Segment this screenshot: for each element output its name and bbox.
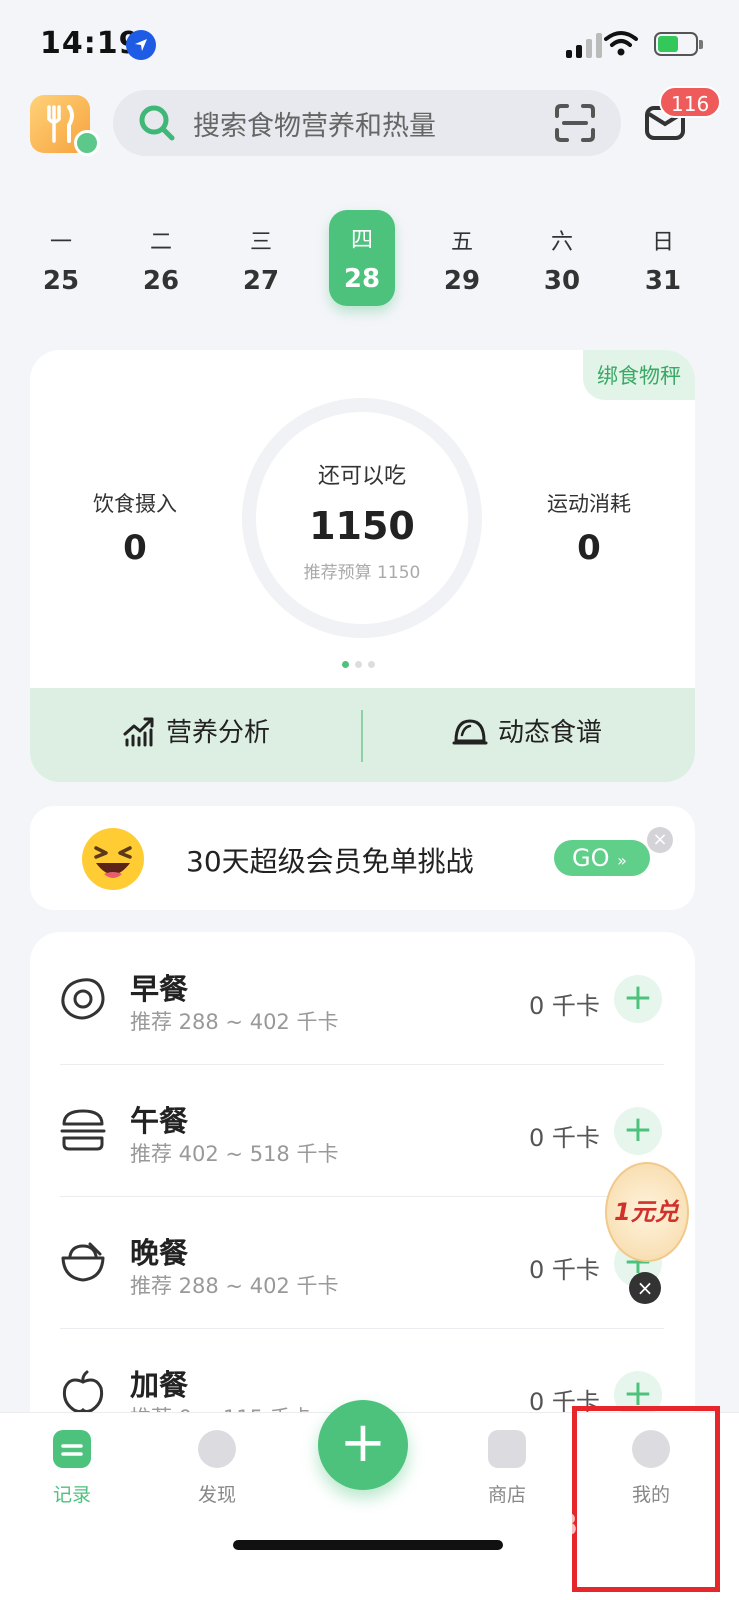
weekday-label: 三 <box>249 230 272 255</box>
day-monday[interactable]: 一 25 <box>28 218 94 306</box>
exercise-value: 0 <box>577 528 601 568</box>
meal-kcal-lunch: 0 千卡 <box>529 1124 600 1152</box>
date-label: 26 <box>142 266 180 296</box>
day-saturday[interactable]: 六 30 <box>529 218 595 306</box>
add-record-button[interactable]: + <box>318 1400 408 1490</box>
meal-recommend-breakfast: 推荐 288 ~ 402 千卡 <box>130 1010 339 1034</box>
go-label: GO <box>572 844 610 872</box>
weekday-label: 一 <box>49 230 72 255</box>
day-tuesday[interactable]: 二 26 <box>128 218 194 306</box>
shopping-bag-icon <box>488 1430 526 1468</box>
intake-stat: 饮食摄入 0 <box>80 488 190 568</box>
search-icon <box>138 104 176 146</box>
weekday-label: 六 <box>550 230 573 255</box>
remaining-label: 还可以吃 <box>317 464 406 489</box>
dynamic-recipe-button[interactable]: 动态食谱 <box>452 712 602 749</box>
cloche-icon <box>452 719 488 744</box>
date-label: 30 <box>543 266 581 296</box>
day-thursday-selected[interactable]: 四 28 <box>329 210 395 306</box>
switch-arrows-icon <box>74 130 100 156</box>
promo-text: 1元兑 <box>614 1198 679 1226</box>
rice-bowl-icon <box>60 1240 106 1288</box>
meal-kcal-dinner: 0 千卡 <box>529 1256 600 1284</box>
date-label: 27 <box>242 266 280 296</box>
intake-value: 0 <box>123 528 147 568</box>
exercise-stat: 运动消耗 0 <box>534 488 644 568</box>
tab-shop[interactable]: 商店 <box>462 1430 552 1507</box>
date-label: 29 <box>443 266 481 296</box>
weekday-label: 四 <box>350 228 373 253</box>
promo-close-icon[interactable]: × <box>629 1272 661 1304</box>
remaining-stat: 还可以吃 1150 推荐预算 1150 <box>282 458 442 583</box>
divider <box>60 1064 664 1065</box>
apple-icon <box>60 1370 106 1418</box>
nutrition-analysis-label: 营养分析 <box>166 718 271 748</box>
exercise-label: 运动消耗 <box>547 492 631 516</box>
add-breakfast-button[interactable]: + <box>614 975 662 1023</box>
laughing-emoji-icon <box>82 828 144 890</box>
home-indicator <box>233 1540 503 1550</box>
meal-name-lunch: 午餐 <box>130 1104 189 1138</box>
battery-icon <box>654 32 703 56</box>
weekday-label: 五 <box>450 230 473 255</box>
date-label: 25 <box>42 266 80 296</box>
day-wednesday[interactable]: 三 27 <box>228 218 294 306</box>
tab-discover-label: 发现 <box>197 1484 236 1506</box>
meal-name-snack: 加餐 <box>130 1368 189 1402</box>
day-sunday[interactable]: 日 31 <box>630 218 696 306</box>
budget-text: 推荐预算 1150 <box>303 563 421 583</box>
burger-icon <box>60 1108 106 1156</box>
meal-recommend-lunch: 推荐 402 ~ 518 千卡 <box>130 1142 339 1166</box>
intake-label: 饮食摄入 <box>93 492 177 516</box>
weekday-label: 二 <box>149 230 172 255</box>
add-lunch-button[interactable]: + <box>614 1107 662 1155</box>
tab-record[interactable]: 记录 <box>27 1430 117 1507</box>
weekday-label: 日 <box>651 230 674 255</box>
tab-record-label: 记录 <box>52 1484 91 1506</box>
challenge-text: 30天超级会员免单挑战 <box>186 845 474 878</box>
tab-shop-label: 商店 <box>487 1484 526 1506</box>
planet-icon <box>198 1430 236 1468</box>
search-placeholder: 搜索食物营养和热量 <box>193 111 436 142</box>
nutrition-analysis-button[interactable]: 营养分析 <box>122 712 270 749</box>
go-arrows: » <box>617 851 627 870</box>
cellular-signal-icon <box>566 32 602 58</box>
message-count-badge: 116 <box>659 86 722 118</box>
fried-egg-icon <box>60 976 106 1026</box>
watermark: Baidu经验 <box>555 1508 712 1543</box>
page-indicator <box>342 661 375 668</box>
divider <box>60 1328 664 1329</box>
meal-name-dinner: 晚餐 <box>130 1236 189 1270</box>
tab-mine-highlight-box <box>572 1406 720 1592</box>
tab-discover[interactable]: 发现 <box>172 1430 262 1507</box>
meal-name-breakfast: 早餐 <box>130 972 189 1006</box>
date-label: 28 <box>343 264 381 294</box>
go-button[interactable]: GO » <box>554 840 650 876</box>
location-arrow-icon <box>126 30 156 60</box>
remaining-value: 1150 <box>309 504 415 548</box>
meal-kcal-breakfast: 0 千卡 <box>529 992 600 1020</box>
day-friday[interactable]: 五 29 <box>429 218 495 306</box>
banner-close-icon[interactable]: × <box>647 827 673 853</box>
divider <box>60 1196 664 1197</box>
date-label: 31 <box>644 266 682 296</box>
meal-recommend-dinner: 推荐 288 ~ 402 千卡 <box>130 1274 339 1298</box>
wifi-icon <box>604 30 638 60</box>
bind-food-scale-button[interactable]: 绑食物秤 <box>583 350 695 400</box>
scan-icon[interactable] <box>553 102 597 148</box>
divider <box>361 710 363 762</box>
calendar-icon <box>53 1430 91 1468</box>
dynamic-recipe-label: 动态食谱 <box>498 718 603 748</box>
chart-trend-icon <box>123 717 154 746</box>
